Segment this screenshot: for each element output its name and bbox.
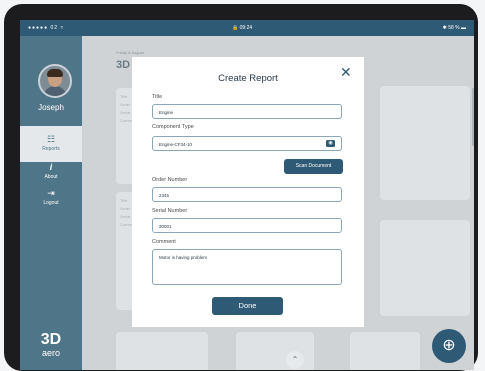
app-logo: 3D aero — [40, 331, 62, 359]
add-report-button[interactable]: ⊕ — [432, 329, 466, 363]
scroll-to-top-button[interactable]: ⌃ — [286, 351, 304, 369]
create-report-modal: Create Report ✕ Title Engine Component T… — [132, 57, 364, 327]
report-card[interactable] — [116, 332, 208, 370]
report-card[interactable] — [350, 332, 420, 370]
comment-field[interactable]: Motor is having problem — [152, 249, 342, 285]
comment-label: Comment — [152, 239, 176, 245]
signal-indicator: ●●●●● 02 ≈ — [28, 25, 65, 31]
component-type-label: Component Type — [152, 124, 194, 130]
title-field[interactable]: Engine — [152, 104, 342, 119]
serial-number-field[interactable]: 30001 — [152, 218, 342, 233]
add-icon: ⊕ — [442, 337, 456, 354]
info-icon: i — [49, 162, 53, 172]
sidebar-item-label: Reports — [42, 146, 60, 152]
sidebar-item-label: Logout — [43, 200, 59, 206]
reports-icon: ☷ — [46, 134, 56, 144]
done-button[interactable]: Done — [212, 297, 283, 315]
page-date: Friday 8 August — [116, 50, 144, 55]
page-title: 3D — [116, 59, 131, 71]
sidebar-item-about[interactable]: i About — [20, 162, 82, 180]
order-number-field[interactable]: 2345 — [152, 187, 342, 202]
title-label: Title — [152, 94, 163, 100]
report-card[interactable] — [380, 86, 470, 200]
sidebar-item-label: About — [44, 174, 58, 180]
modal-title: Create Report — [218, 73, 278, 84]
component-type-value: Engine-CF34-10 — [159, 142, 193, 147]
logout-icon: ⇥ — [47, 188, 55, 198]
user-name: Joseph — [38, 103, 64, 112]
battery-indicator: ✱ 58 % ▬ — [442, 25, 466, 31]
camera-icon[interactable]: ◉ — [326, 140, 335, 147]
scan-document-button[interactable]: Scan Document — [284, 159, 343, 174]
serial-number-label: Serial Number — [152, 208, 188, 214]
avatar[interactable] — [38, 64, 72, 98]
sidebar-item-reports[interactable]: ☷ Reports — [20, 134, 82, 152]
status-bar: ●●●●● 02 ≈ 🔒 09:24 ✱ 58 % ▬ — [20, 20, 474, 36]
close-icon[interactable]: ✕ — [340, 64, 352, 80]
sidebar: Joseph ☷ Reports i About ⇥ Logout 3D aer… — [20, 36, 82, 370]
component-type-field[interactable]: Engine-CF34-10 ◉ — [152, 136, 342, 151]
chevron-up-icon: ⌃ — [291, 355, 299, 364]
order-number-label: Order Number — [152, 177, 188, 183]
clock: 🔒 09:24 — [232, 25, 253, 31]
sidebar-item-logout[interactable]: ⇥ Logout — [20, 188, 82, 206]
report-card[interactable] — [380, 220, 470, 316]
scrollbar[interactable] — [472, 88, 474, 146]
